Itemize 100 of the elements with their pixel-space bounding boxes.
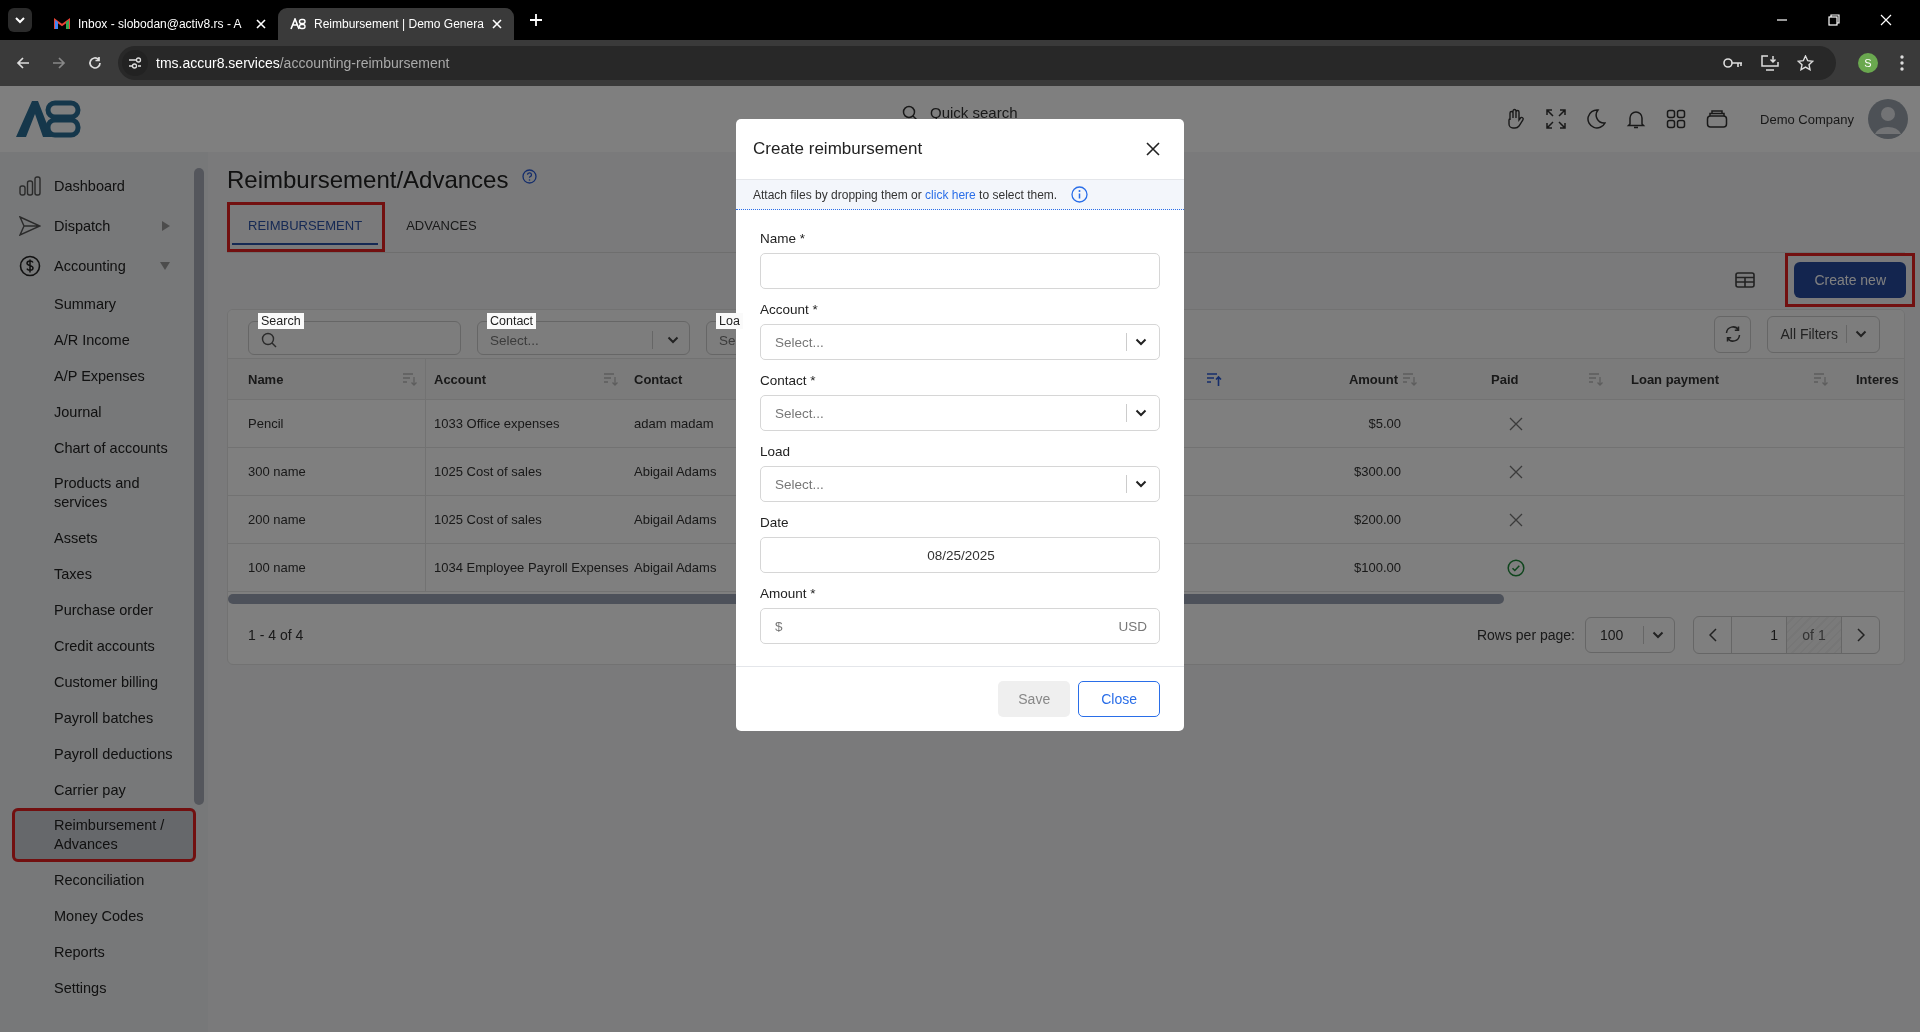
record-range: 1 - 4 of 4 — [248, 627, 304, 643]
column-header[interactable]: Account — [434, 371, 486, 387]
sidebar-subitem[interactable]: Chart of accounts — [12, 430, 196, 466]
sidebar-subitem[interactable]: Money Codes — [12, 898, 196, 934]
page-tab[interactable]: REIMBURSEMENT — [232, 207, 379, 245]
key-icon[interactable] — [1723, 57, 1743, 69]
dialog-title: Create reimbursement — [753, 139, 923, 159]
install-app-icon[interactable] — [1761, 55, 1779, 71]
table-cell: $200.00 — [1354, 512, 1401, 527]
profile-avatar[interactable]: S — [1858, 53, 1878, 73]
dialog-button[interactable]: Close — [1078, 681, 1160, 717]
back-icon[interactable] — [16, 56, 30, 70]
restore-icon[interactable] — [1828, 14, 1840, 26]
column-header[interactable]: Name — [248, 371, 284, 387]
create-new-button[interactable]: Create new — [1794, 262, 1906, 298]
sidebar-subitem[interactable]: Assets — [12, 520, 196, 556]
table-view-icon[interactable] — [1735, 272, 1756, 288]
page-tab[interactable]: ADVANCES — [390, 207, 493, 245]
filter-label: Contact — [487, 313, 537, 329]
sidebar-subitem[interactable]: A/P Expenses — [12, 358, 196, 394]
new-tab-icon[interactable] — [530, 14, 542, 26]
reload-icon[interactable] — [88, 56, 102, 70]
moon-icon[interactable] — [1586, 109, 1607, 129]
all-filters-dropdown[interactable]: All Filters — [1767, 315, 1880, 353]
rows-per-page-select[interactable]: 100 — [1585, 617, 1675, 653]
sidebar-subitem[interactable]: Reconciliation — [12, 862, 196, 898]
date-field[interactable]: 08/25/2025 — [760, 537, 1160, 573]
search-icon[interactable] — [902, 104, 918, 121]
site-logo-icon — [290, 18, 306, 30]
bookmark-star-icon[interactable] — [1797, 55, 1814, 71]
logo-icon[interactable] — [14, 99, 82, 139]
table-cell: 1025 Cost of sales — [434, 512, 542, 527]
sidebar-subitem[interactable]: Payroll batches — [12, 700, 196, 736]
sidebar-subitem[interactable]: Credit accounts — [12, 628, 196, 664]
sidebar-label: Accounting — [54, 258, 127, 274]
click-here-link[interactable]: click here — [925, 187, 976, 202]
table-cell: 1033 Office expenses — [434, 416, 560, 431]
page-count: of 1 — [1787, 617, 1842, 653]
table-cell: 300 name — [248, 464, 306, 479]
sidebar-subitem[interactable]: Summary — [12, 286, 196, 322]
column-header[interactable]: Amount — [1348, 371, 1398, 387]
sidebar-label: Dashboard — [54, 178, 126, 194]
sidebar-subitem[interactable]: Customer billing — [12, 664, 196, 700]
filter-label: Loa — [716, 313, 743, 329]
select-field[interactable]: Select... — [760, 395, 1160, 431]
company-name[interactable]: Demo Company — [1760, 111, 1854, 127]
forward-icon[interactable] — [52, 56, 66, 70]
sidebar-subitem[interactable]: Payroll deductions — [12, 736, 196, 772]
sidebar-subitem[interactable]: Purchase order — [12, 592, 196, 628]
sidebar-subitem[interactable]: A/R Income — [12, 322, 196, 358]
tab-list-button[interactable] — [8, 8, 32, 32]
fullscreen-icon[interactable] — [1546, 109, 1567, 129]
chevron-down-icon — [1135, 338, 1147, 346]
site-settings-icon[interactable] — [122, 50, 148, 76]
sidebar-item[interactable]: Dispatch — [0, 206, 208, 246]
stacked-trays-icon[interactable] — [1706, 109, 1729, 129]
table-cell: 100 name — [248, 560, 306, 575]
field-label: Account * — [760, 301, 819, 319]
refresh-icon — [1723, 325, 1742, 343]
browser-tab[interactable]: Inbox - slobodan@activ8.rs - A — [42, 8, 278, 40]
quick-search-placeholder[interactable]: Quick search — [930, 104, 1018, 121]
table-cell: $300.00 — [1354, 464, 1401, 479]
column-header[interactable]: Loan payment — [1631, 371, 1720, 387]
address-bar[interactable]: tms.accur8.services/accounting-reimbursement — [118, 46, 1836, 80]
select-field[interactable]: Select... — [760, 466, 1160, 502]
table-cell: $100.00 — [1354, 560, 1401, 575]
close-icon[interactable] — [1146, 142, 1160, 156]
refresh-button[interactable] — [1714, 315, 1752, 353]
sidebar-subitem[interactable]: Reimbursement / Advances — [12, 808, 196, 862]
column-header[interactable]: Interes — [1856, 371, 1899, 387]
bell-icon[interactable] — [1626, 109, 1647, 129]
chevron-right-icon — [1856, 628, 1865, 642]
sidebar-subitem[interactable]: Products and services — [12, 466, 196, 520]
table-cell: 1025 Cost of sales — [434, 464, 542, 479]
sidebar-subitem[interactable]: Journal — [12, 394, 196, 430]
sort-ascending-icon[interactable] — [1206, 371, 1222, 387]
page-title: Reimbursement/Advances — [227, 165, 509, 195]
more-options-icon[interactable] — [1900, 55, 1904, 71]
sidebar-subitem[interactable]: Taxes — [12, 556, 196, 592]
browser-tab[interactable]: Reimbursement | Demo Genera — [278, 8, 514, 40]
sidebar-subitem[interactable]: Reports — [12, 934, 196, 970]
column-header[interactable]: Contact — [634, 371, 683, 387]
info-icon[interactable] — [1071, 186, 1089, 203]
amount-field[interactable]: $ USD — [760, 608, 1160, 644]
column-header[interactable]: Paid — [1491, 371, 1519, 387]
apps-grid-icon[interactable] — [1666, 109, 1687, 129]
sidebar-label: Dispatch — [54, 218, 112, 234]
chevron-down-icon — [1855, 330, 1867, 338]
sidebar-item[interactable]: Accounting — [0, 246, 208, 286]
send-icon — [19, 216, 41, 236]
bar-chart-icon — [19, 176, 41, 196]
help-icon[interactable] — [522, 169, 538, 184]
input-field[interactable] — [760, 253, 1160, 289]
sidebar-subitem[interactable]: Settings — [12, 970, 196, 1006]
sidebar-subitem[interactable]: Carrier pay — [12, 772, 196, 808]
sidebar-item[interactable]: Dashboard — [0, 166, 208, 206]
select-field[interactable]: Select... — [760, 324, 1160, 360]
scrollbar-thumb[interactable] — [194, 168, 204, 805]
field-label: Contact * — [760, 372, 817, 390]
table-cell: Abigail Adams — [634, 512, 717, 527]
